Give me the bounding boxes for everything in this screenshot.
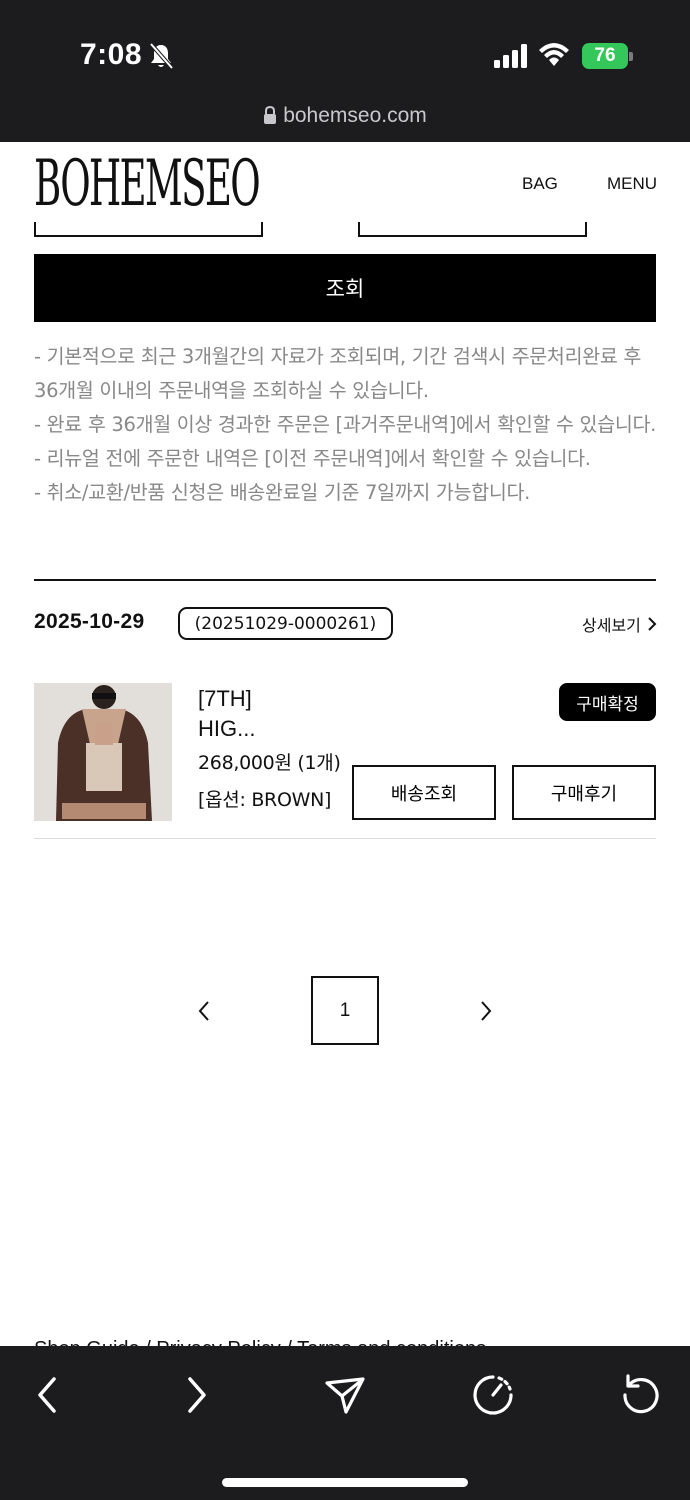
- chevron-right-icon: [648, 617, 657, 631]
- wifi-icon: [539, 43, 569, 66]
- chevron-left-icon: [38, 1377, 56, 1413]
- start-date-field[interactable]: [34, 222, 263, 237]
- product-name-line: [7TH]: [198, 686, 252, 711]
- status-time: 7:08: [80, 38, 143, 71]
- speed-button[interactable]: [468, 1370, 518, 1420]
- battery-cap: [629, 52, 633, 61]
- notice-line: - 완료 후 36개월 이상 경과한 주문은 [과거주문내역]에서 확인할 수 …: [34, 413, 657, 436]
- product-name[interactable]: [7TH] HIG...: [198, 684, 348, 744]
- bag-link[interactable]: BAG: [522, 174, 558, 194]
- reload-icon: [623, 1374, 659, 1414]
- section-divider: [34, 579, 656, 581]
- item-divider: [34, 838, 656, 839]
- back-button[interactable]: [22, 1370, 72, 1420]
- product-option: [옵션: BROWN]: [198, 789, 332, 811]
- gauge-icon: [473, 1375, 513, 1415]
- product-name-line: HIG...: [198, 716, 256, 741]
- next-page-icon[interactable]: [476, 996, 496, 1026]
- product-price: 268,000원 (1개): [198, 752, 341, 774]
- notice-line: - 기본적으로 최근 3개월간의 자료가 조회되며, 기간 검색시 주문처리완료…: [34, 345, 642, 402]
- detail-link-label: 상세보기: [582, 616, 641, 635]
- brand-logo[interactable]: BOHEMSEO: [34, 148, 261, 220]
- url-text: bohemseo.com: [283, 104, 427, 127]
- cellular-signal-icon: [494, 44, 527, 68]
- battery-indicator: 76: [582, 43, 628, 69]
- end-date-field[interactable]: [358, 222, 587, 237]
- bell-off-icon: [149, 42, 174, 70]
- home-indicator: [222, 1478, 468, 1487]
- order-date: 2025-10-29: [34, 610, 145, 633]
- product-photo-illustration: [34, 683, 172, 821]
- order-number-badge: (20251029-0000261): [178, 607, 393, 640]
- write-review-button[interactable]: 구매후기: [512, 765, 656, 820]
- address-bar[interactable]: bohemseo.com: [0, 104, 690, 136]
- menu-link[interactable]: MENU: [607, 174, 657, 194]
- site-header: BOHEMSEO BAG MENU: [0, 142, 690, 232]
- share-button[interactable]: [320, 1370, 370, 1420]
- notice-line: - 취소/교환/반품 신청은 배송완료일 기준 7일까지 가능합니다.: [34, 481, 531, 504]
- notice-text: - 기본적으로 최근 3개월간의 자료가 조회되며, 기간 검색시 주문처리완료…: [34, 340, 658, 510]
- search-button[interactable]: 조회: [34, 254, 656, 322]
- forward-button[interactable]: [172, 1370, 222, 1420]
- status-bar: 7:08 76 bohemseo.com: [0, 0, 690, 142]
- chevron-right-icon: [188, 1377, 206, 1413]
- lock-icon: [264, 106, 277, 124]
- notice-line: - 리뉴얼 전에 주문한 내역은 [이전 주문내역]에서 확인할 수 있습니다.: [34, 447, 591, 470]
- footer-links[interactable]: Shop Guide / Privacy Policy / Terms and …: [34, 1334, 486, 1346]
- reload-button[interactable]: [616, 1370, 666, 1420]
- prev-page-icon[interactable]: [194, 996, 214, 1026]
- send-icon: [325, 1377, 365, 1414]
- product-image[interactable]: [34, 683, 172, 821]
- page-number-current[interactable]: 1: [311, 976, 379, 1045]
- order-status-badge: 구매확정: [559, 683, 656, 721]
- browser-toolbar: [0, 1346, 690, 1500]
- track-delivery-button[interactable]: 배송조회: [352, 765, 496, 820]
- order-detail-link[interactable]: 상세보기: [582, 612, 657, 636]
